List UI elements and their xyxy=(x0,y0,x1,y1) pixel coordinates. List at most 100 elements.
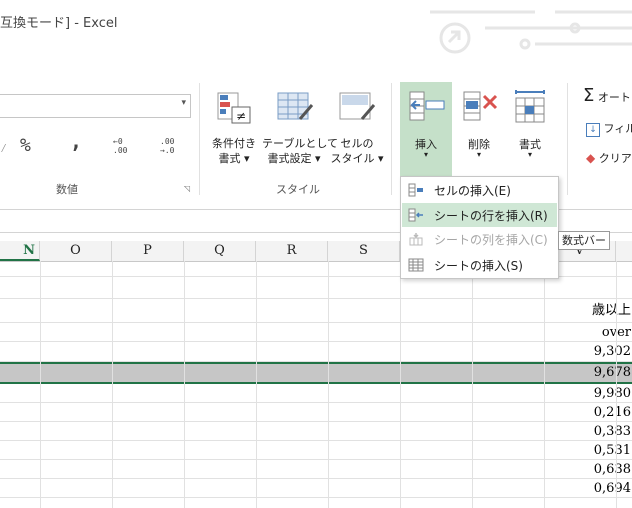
table-row[interactable]: 0,638 xyxy=(0,460,632,479)
number-format-dropdown[interactable]: ▾ xyxy=(0,94,191,118)
gridline xyxy=(472,261,473,508)
cell-n[interactable] xyxy=(591,261,632,277)
increase-decimal-button[interactable]: ←0 .00 xyxy=(113,137,127,155)
insert-row-icon xyxy=(408,208,423,222)
title-bar: 互換モード] - Excel xyxy=(0,0,632,75)
increase-decimal-top: ←0 xyxy=(113,137,123,146)
insert-sheet-icon xyxy=(408,258,424,272)
cell-styles-icon xyxy=(339,92,376,120)
column-header-n[interactable]: N xyxy=(0,241,40,261)
group-divider xyxy=(391,83,392,195)
table-row[interactable]: 0,216 xyxy=(0,403,632,422)
format-button[interactable]: 書式 ▾ xyxy=(506,82,554,179)
menu-item-label: シートの行を挿入(R) xyxy=(434,209,548,223)
cell-n[interactable]: 9,302 xyxy=(591,342,632,361)
gridline xyxy=(328,261,329,508)
table-row[interactable]: 9,302 xyxy=(0,342,632,362)
increase-decimal-bottom: .00 xyxy=(113,146,128,155)
worksheet-grid: 歳以上 over 9,302 9,678 9,980 0,216 0,383 0… xyxy=(0,261,632,508)
cell-n[interactable]: 9,678 xyxy=(591,364,632,382)
window-title: 互換モード] - Excel xyxy=(0,16,118,31)
table-row[interactable]: 0,694 xyxy=(0,479,632,498)
conditional-formatting-button[interactable]: ≠ 条件付き 書式 ▾ xyxy=(207,85,261,177)
conditional-formatting-label-1: 条件付き xyxy=(212,137,256,150)
table-row[interactable]: 0,531 xyxy=(0,441,632,460)
column-header-r[interactable]: R xyxy=(256,241,328,261)
insert-column-icon xyxy=(409,233,423,246)
menu-item-insert-sheet[interactable]: シートの挿入(S) xyxy=(402,253,557,277)
group-label-number: 数値 xyxy=(56,183,78,196)
cell-n[interactable]: 0,216 xyxy=(591,403,632,422)
decrease-decimal-button[interactable]: .00 →.0 xyxy=(160,137,174,155)
chevron-down-icon: ▾ xyxy=(476,150,481,159)
cell-n[interactable]: 9,980 xyxy=(591,384,632,403)
circuit-decoration-icon xyxy=(430,10,632,54)
format-as-table-button[interactable]: テーブルとして 書式設定 ▾ xyxy=(262,85,339,177)
insert-rows-icon xyxy=(409,91,445,121)
table-row[interactable]: 9,980 xyxy=(0,384,632,403)
eraser-icon: ◆ xyxy=(586,151,596,165)
cell-styles-label-2: スタイル ▾ xyxy=(330,152,384,165)
format-as-table-label-1: テーブルとして xyxy=(262,137,339,150)
format-cells-icon xyxy=(515,90,545,123)
gridline xyxy=(400,261,401,508)
menu-item-label: セルの挿入(E) xyxy=(434,184,511,198)
cell-n[interactable]: 歳以上 xyxy=(591,299,632,323)
delete-cells-icon xyxy=(463,91,498,121)
fill-label: フィル xyxy=(603,122,632,135)
cell-n[interactable]: 0,383 xyxy=(591,422,632,441)
cell-n[interactable] xyxy=(591,277,632,296)
chevron-down-icon: ▾ xyxy=(181,98,186,108)
menu-item-insert-cells[interactable]: セルの挿入(E) xyxy=(402,178,557,202)
gridline xyxy=(544,261,545,508)
insert-button[interactable]: 挿入 ▾ xyxy=(400,82,452,179)
gridline xyxy=(256,261,257,508)
gridline xyxy=(40,261,41,508)
fill-down-icon: ↓ xyxy=(586,123,600,137)
clear-label: クリア xyxy=(598,152,632,165)
conditional-formatting-icon: ≠ xyxy=(217,92,251,124)
insert-cells-icon xyxy=(408,183,423,197)
column-header-o[interactable]: O xyxy=(40,241,112,261)
fill-button[interactable]: ↓ フィル xyxy=(586,120,632,137)
clear-button[interactable]: ◆ クリア xyxy=(586,150,632,166)
chevron-down-icon: ▾ xyxy=(423,150,428,159)
dialog-launcher-icon[interactable]: ◹ xyxy=(184,184,190,193)
menu-item-label: シートの挿入(S) xyxy=(434,259,523,273)
decrease-decimal-top: .00 xyxy=(160,137,175,146)
cell-styles-label-1: セルの xyxy=(340,137,374,150)
svg-text:≠: ≠ xyxy=(236,109,246,123)
cell-styles-button[interactable]: セルの スタイル ▾ xyxy=(330,85,384,177)
format-as-table-icon xyxy=(277,92,314,120)
group-divider xyxy=(567,83,568,195)
menu-item-insert-sheet-rows[interactable]: シートの行を挿入(R) xyxy=(402,203,557,227)
chevron-down-icon: ▾ xyxy=(527,150,532,159)
gridline xyxy=(184,261,185,508)
autosum-label: オート xyxy=(597,91,631,104)
group-label-style: スタイル xyxy=(276,183,320,196)
cell-n[interactable]: 0,694 xyxy=(591,479,632,498)
delete-button[interactable]: 削除 ▾ xyxy=(455,82,503,179)
cell-n[interactable]: 0,531 xyxy=(591,441,632,460)
autosum-button[interactable]: Σ オート xyxy=(583,85,631,106)
menu-item-insert-sheet-columns[interactable]: シートの列を挿入(C) xyxy=(402,227,557,251)
percent-style-button[interactable]: % xyxy=(20,135,31,156)
cell-n[interactable]: 0,638 xyxy=(591,460,632,479)
comma-style-button[interactable]: , xyxy=(70,129,82,153)
gridline xyxy=(112,261,113,508)
currency-arrow-icon[interactable]: ⁄ xyxy=(0,141,7,156)
column-header-p[interactable]: P xyxy=(112,241,184,261)
table-row[interactable]: 0,383 xyxy=(0,422,632,441)
table-row[interactable]: over xyxy=(0,323,632,342)
decrease-decimal-bottom: →.0 xyxy=(160,146,175,155)
selected-table-row[interactable]: 9,678 xyxy=(0,362,632,384)
format-as-table-label-2: 書式設定 ▾ xyxy=(267,152,321,165)
column-header-s[interactable]: S xyxy=(328,241,400,261)
table-row[interactable] xyxy=(0,277,632,299)
cell-n[interactable]: over xyxy=(591,323,632,342)
gridline xyxy=(616,261,617,508)
column-header-q[interactable]: Q xyxy=(184,241,256,261)
table-row[interactable]: 歳以上 xyxy=(0,299,632,323)
conditional-formatting-label-2: 書式 ▾ xyxy=(218,152,250,165)
insert-dropdown-menu: セルの挿入(E) シートの行を挿入(R) シートの列を挿入(C) シートの挿入(… xyxy=(400,176,559,279)
